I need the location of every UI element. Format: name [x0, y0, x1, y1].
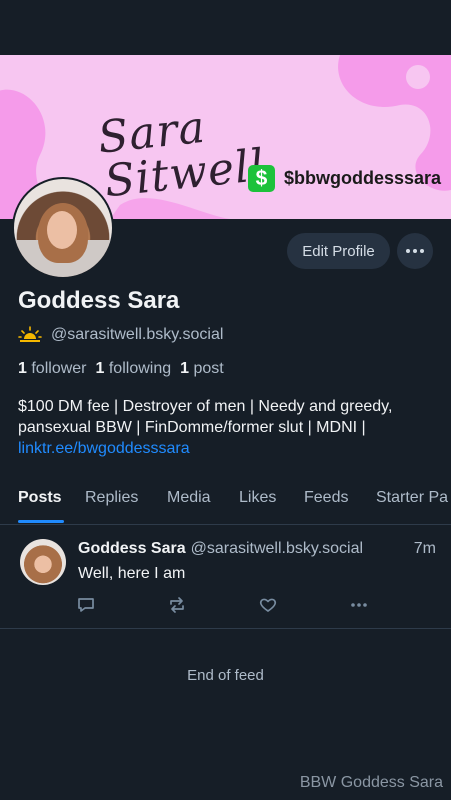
tab-posts[interactable]: Posts	[18, 489, 62, 507]
bio-link[interactable]: linktr.ee/bwgoddesssara	[18, 440, 190, 457]
tab-feeds[interactable]: Feeds	[304, 489, 348, 507]
post-handle[interactable]: @sarasitwell.bsky.social	[191, 540, 363, 558]
profile-avatar[interactable]	[12, 177, 114, 279]
cashapp-icon: $	[248, 165, 275, 192]
ellipsis-icon	[406, 249, 424, 253]
following-stat[interactable]: 1 following	[96, 360, 172, 378]
cashtag-text: $bbwgoddesssara	[284, 168, 442, 188]
followers-stat[interactable]: 1 follower	[18, 360, 87, 378]
tab-starter-packs[interactable]: Starter Pa	[376, 489, 448, 507]
heart-icon	[259, 598, 277, 612]
ellipsis-icon	[351, 603, 367, 607]
profile-handle: @sarasitwell.bsky.social	[51, 326, 224, 343]
sunrise-icon	[18, 326, 42, 342]
active-tab-indicator	[18, 520, 64, 523]
tab-media[interactable]: Media	[167, 489, 211, 507]
reply-icon	[78, 598, 94, 612]
cashtag-badge: $ $bbwgoddesssara	[248, 165, 441, 192]
top-bar	[0, 0, 451, 55]
edit-profile-button[interactable]: Edit Profile	[287, 233, 390, 269]
post-header: Goddess Sara @sarasitwell.bsky.social 7m	[78, 540, 436, 558]
like-button[interactable]	[258, 595, 278, 615]
feed-post[interactable]: Goddess Sara @sarasitwell.bsky.social 7m…	[0, 525, 451, 629]
profile-stats: 1 follower 1 following 1 post	[18, 360, 224, 378]
post-timestamp[interactable]: 7m	[414, 540, 436, 558]
repost-button[interactable]	[167, 595, 187, 615]
post-avatar[interactable]	[20, 539, 66, 585]
end-of-feed-label: End of feed	[187, 667, 264, 684]
posts-stat: 1 post	[180, 360, 224, 377]
tab-likes[interactable]: Likes	[239, 489, 276, 507]
watermark-text: BBW Goddess Sara	[299, 774, 443, 791]
bio-text: $100 DM fee | Destroyer of men | Needy a…	[18, 398, 393, 436]
post-author[interactable]: Goddess Sara	[78, 540, 186, 558]
profile-handle-row: @sarasitwell.bsky.social	[18, 325, 223, 345]
tab-replies[interactable]: Replies	[85, 489, 138, 507]
display-name: Goddess Sara	[18, 287, 180, 314]
reply-button[interactable]	[76, 595, 96, 615]
profile-bio: $100 DM fee | Destroyer of men | Needy a…	[18, 396, 434, 459]
repost-icon	[170, 597, 184, 613]
more-options-button[interactable]	[397, 233, 433, 269]
post-more-button[interactable]	[349, 595, 369, 615]
post-actions	[76, 595, 376, 615]
post-text: Well, here I am	[78, 565, 186, 582]
profile-tabs: Posts Replies Media Likes Feeds Starter …	[0, 480, 451, 525]
